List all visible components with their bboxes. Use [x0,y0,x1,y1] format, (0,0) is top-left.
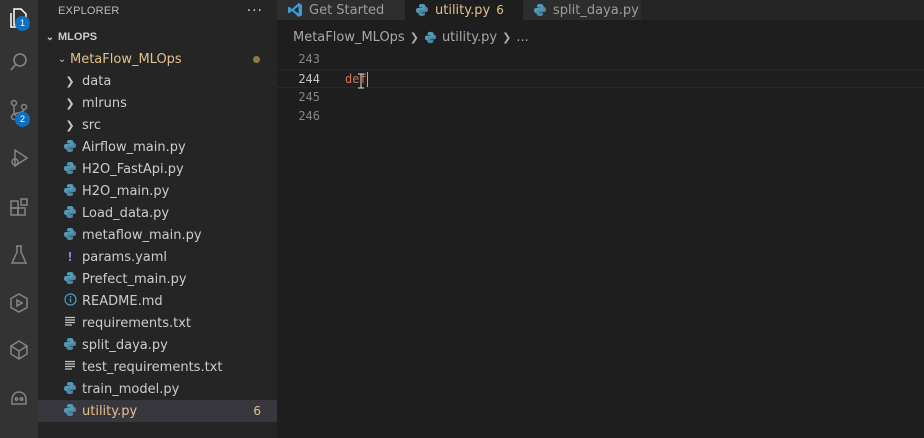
tab-label: utility.py [435,2,491,18]
search-icon[interactable] [0,44,38,80]
file-label: metaflow_main.py [82,227,202,243]
explorer-title: EXPLORER [58,5,120,17]
file-item[interactable]: Airflow_main.py [38,136,277,158]
explorer-sidebar: EXPLORER ··· ⌄ MLOPS ⌄ MetaFlow_MLOps ❯ d… [38,0,277,438]
folder-item[interactable]: ❯ data [38,70,277,92]
file-item[interactable]: Prefect_main.py [38,268,277,290]
file-item[interactable]: test_requirements.txt [38,356,277,378]
file-label: utility.py [82,403,138,419]
tab-problem-count: 6 [496,3,504,17]
python-icon [62,227,78,243]
pipeline-icon[interactable] [0,285,38,321]
python-icon [62,139,78,155]
ibeam-cursor-icon [358,73,364,89]
file-item[interactable]: ! params.yaml [38,246,277,268]
file-item[interactable]: train_model.py [38,378,277,400]
chevron-right-icon: ❯ [409,30,419,44]
python-icon [62,271,78,287]
github-copilot-icon[interactable] [0,380,38,416]
file-item[interactable]: Load_data.py [38,202,277,224]
project-folder[interactable]: ⌄ MetaFlow_MLOps [38,48,277,70]
chevron-down-icon: ⌄ [57,53,67,65]
vscode-logo-icon [287,2,303,18]
text-file-icon [62,315,78,331]
line-number: 246 [298,109,320,123]
file-label: train_model.py [82,381,180,397]
code-line-current: 244 def [277,69,924,88]
code-line: 246 [277,107,924,126]
cube-icon[interactable] [0,332,38,368]
tab-label: Get Started [309,2,385,18]
tab-label: split_daya.py [553,2,639,18]
explorer-badge: 1 [15,16,30,31]
file-label: test_requirements.txt [82,359,223,375]
file-label: Airflow_main.py [82,139,186,155]
workspace-name: MLOPS [58,31,98,43]
file-label: split_daya.py [82,337,168,353]
file-label: H2O_FastApi.py [82,161,184,177]
python-icon [533,3,547,17]
run-debug-icon[interactable] [0,140,38,176]
python-icon [62,161,78,177]
python-icon [62,205,78,221]
python-icon [424,31,437,44]
code-editor[interactable]: 243 244 def 245 246 [277,48,924,438]
workspace-section-header[interactable]: ⌄ MLOPS [38,26,277,48]
testing-flask-icon[interactable] [0,237,38,273]
line-number: 243 [298,52,320,66]
breadcrumb-folder[interactable]: MetaFlow_MLOps [293,30,405,45]
modified-dot-icon [253,55,260,63]
file-label: mlruns [82,95,127,111]
line-number: 245 [298,90,320,104]
python-icon [62,183,78,199]
file-item[interactable]: utility.py 6 [38,400,277,422]
code-line: 245 [277,88,924,107]
file-label: Load_data.py [82,205,170,221]
extensions-icon[interactable] [0,190,38,226]
file-item[interactable]: README.md [38,290,277,312]
code-line: 243 [277,50,924,69]
more-actions-icon[interactable]: ··· [247,3,263,19]
chevron-right-icon: ❯ [502,30,512,44]
chevron-down-icon: ⌄ [45,31,55,43]
folder-item[interactable]: ❯ mlruns [38,92,277,114]
explorer-header: EXPLORER ··· [38,0,277,22]
breadcrumb: MetaFlow_MLOps ❯ utility.py ❯ ... [277,26,529,48]
file-item[interactable]: H2O_main.py [38,180,277,202]
file-item[interactable]: metaflow_main.py [38,224,277,246]
problem-count-badge: 6 [253,404,261,418]
project-folder-label: MetaFlow_MLOps [70,51,182,67]
file-label: data [82,73,112,89]
chevron-right-icon: ❯ [65,97,75,110]
python-icon [62,381,78,397]
python-icon [62,337,78,353]
python-icon [62,403,78,419]
file-label: README.md [82,293,163,309]
line-number: 244 [298,72,320,86]
tab-get-started[interactable]: Get Started [277,0,405,20]
chevron-right-icon: ❯ [65,75,75,88]
file-label: params.yaml [82,249,168,265]
chevron-right-icon: ❯ [65,119,75,132]
tab-utility-py[interactable]: utility.py 6 [405,0,523,20]
source-control-badge: 2 [15,112,30,127]
file-label: Prefect_main.py [82,271,187,287]
breadcrumb-symbol[interactable]: ... [516,30,528,45]
activity-bar: 1 2 [0,0,38,438]
text-file-icon [62,359,78,375]
text-cursor [366,72,368,87]
file-label: H2O_main.py [82,183,170,199]
file-label: src [82,117,101,133]
tab-split-daya-py[interactable]: split_daya.py [523,0,641,20]
file-item[interactable]: split_daya.py [38,334,277,356]
yaml-icon: ! [67,250,73,264]
file-item[interactable]: H2O_FastApi.py [38,158,277,180]
info-icon [62,293,78,309]
python-icon [415,3,429,17]
breadcrumb-file[interactable]: utility.py [442,30,497,45]
file-label: requirements.txt [82,315,192,331]
file-item[interactable]: requirements.txt [38,312,277,334]
editor-tabs: Get Started utility.py 6 split_daya.py [277,0,924,20]
folder-item[interactable]: ❯ src [38,114,277,136]
